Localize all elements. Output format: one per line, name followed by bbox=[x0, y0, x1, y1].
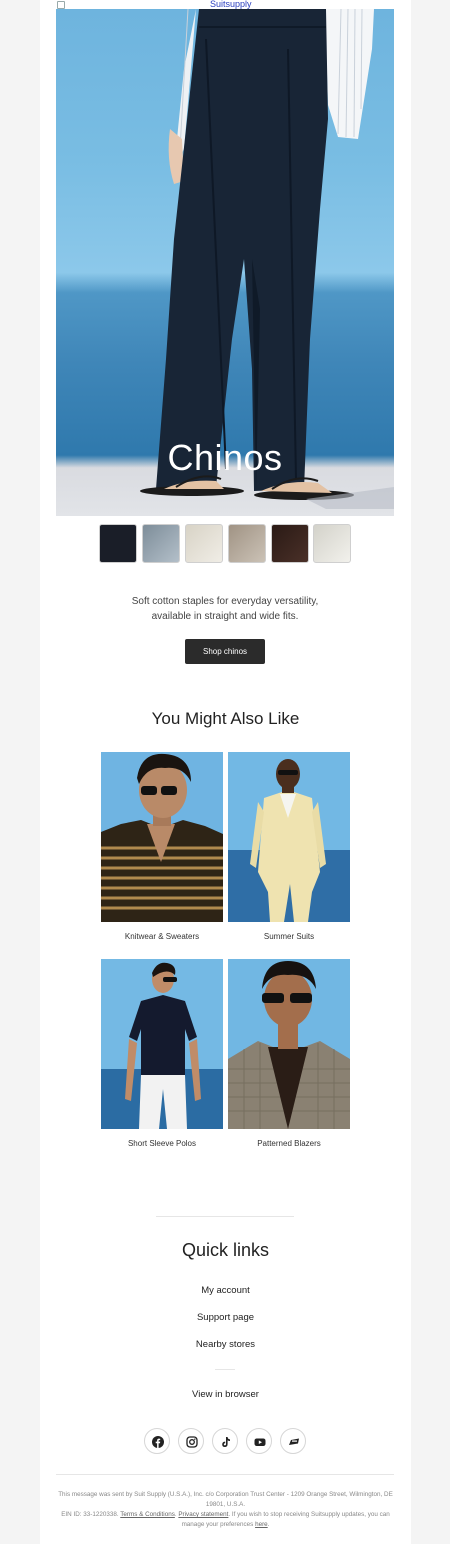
product-image[interactable] bbox=[101, 752, 223, 922]
intro-text: Soft cotton staples for everyday versati… bbox=[100, 594, 350, 624]
product-label[interactable]: Patterned Blazers bbox=[228, 1139, 350, 1149]
product-summer-suits[interactable]: Summer Suits bbox=[228, 752, 350, 942]
swatch-taupe[interactable] bbox=[228, 524, 266, 563]
product-label[interactable]: Knitwear & Sweaters bbox=[101, 932, 223, 942]
product-image[interactable] bbox=[228, 959, 350, 1129]
shop-chinos-button[interactable]: Shop chinos bbox=[185, 639, 265, 664]
section-divider bbox=[156, 1216, 294, 1217]
footer-divider bbox=[56, 1474, 394, 1475]
link-nearby-stores[interactable]: Nearby stores bbox=[40, 1339, 411, 1350]
product-label[interactable]: Short Sleeve Polos bbox=[101, 1139, 223, 1149]
product-blazers[interactable]: Patterned Blazers bbox=[228, 959, 350, 1149]
swatch-light-blue[interactable] bbox=[142, 524, 180, 563]
product-polos[interactable]: Short Sleeve Polos bbox=[101, 959, 223, 1149]
view-in-browser-link[interactable]: View in browser bbox=[40, 1389, 411, 1400]
youtube-icon[interactable] bbox=[246, 1428, 272, 1454]
footer-ein: EIN ID: 33-1220338. bbox=[61, 1511, 119, 1518]
polo-photo bbox=[101, 959, 223, 1129]
privacy-link[interactable]: Privacy statement bbox=[178, 1511, 228, 1518]
color-swatches bbox=[99, 524, 351, 563]
social-links bbox=[144, 1428, 307, 1455]
swatch-off-white[interactable] bbox=[313, 524, 351, 563]
tiktok-icon[interactable] bbox=[212, 1428, 238, 1454]
hero-image[interactable]: Chinos bbox=[56, 9, 394, 516]
facebook-icon[interactable] bbox=[144, 1428, 170, 1454]
instagram-icon[interactable] bbox=[178, 1428, 204, 1454]
also-like-title: You Might Also Like bbox=[151, 709, 300, 728]
product-image[interactable] bbox=[228, 752, 350, 922]
product-image[interactable] bbox=[101, 959, 223, 1129]
link-support-page[interactable]: Support page bbox=[40, 1312, 411, 1323]
broken-image-icon bbox=[57, 1, 65, 9]
hero-title: Chinos bbox=[167, 437, 283, 478]
swatch-brown[interactable] bbox=[271, 524, 309, 563]
podcast-icon[interactable] bbox=[280, 1428, 306, 1454]
intro-line-1: Soft cotton staples for everyday versati… bbox=[131, 596, 319, 607]
product-knitwear[interactable]: Knitwear & Sweaters bbox=[101, 752, 223, 942]
intro-line-2: available in straight and wide fits. bbox=[151, 611, 299, 622]
link-my-account[interactable]: My account bbox=[40, 1285, 411, 1296]
terms-link[interactable]: Terms & Conditions bbox=[120, 1511, 175, 1518]
email-body: Suitsupply Chinos Soft cotton staples fo… bbox=[40, 0, 411, 1544]
footer-end: . bbox=[267, 1521, 270, 1528]
short-divider bbox=[215, 1369, 235, 1370]
swatch-navy[interactable] bbox=[99, 524, 137, 563]
swatch-ecru[interactable] bbox=[185, 524, 223, 563]
footer-legal: This message was sent by Suit Supply (U.… bbox=[50, 1490, 401, 1530]
footer-separator: . bbox=[174, 1511, 177, 1518]
knitwear-photo bbox=[101, 752, 223, 922]
preferences-link[interactable]: here bbox=[255, 1521, 268, 1528]
product-label[interactable]: Summer Suits bbox=[228, 932, 350, 942]
blazer-photo bbox=[228, 959, 350, 1129]
footer-address: This message was sent by Suit Supply (U.… bbox=[58, 1491, 393, 1508]
quick-links-title: Quick links bbox=[181, 1240, 270, 1260]
summer-suit-photo bbox=[228, 752, 350, 922]
